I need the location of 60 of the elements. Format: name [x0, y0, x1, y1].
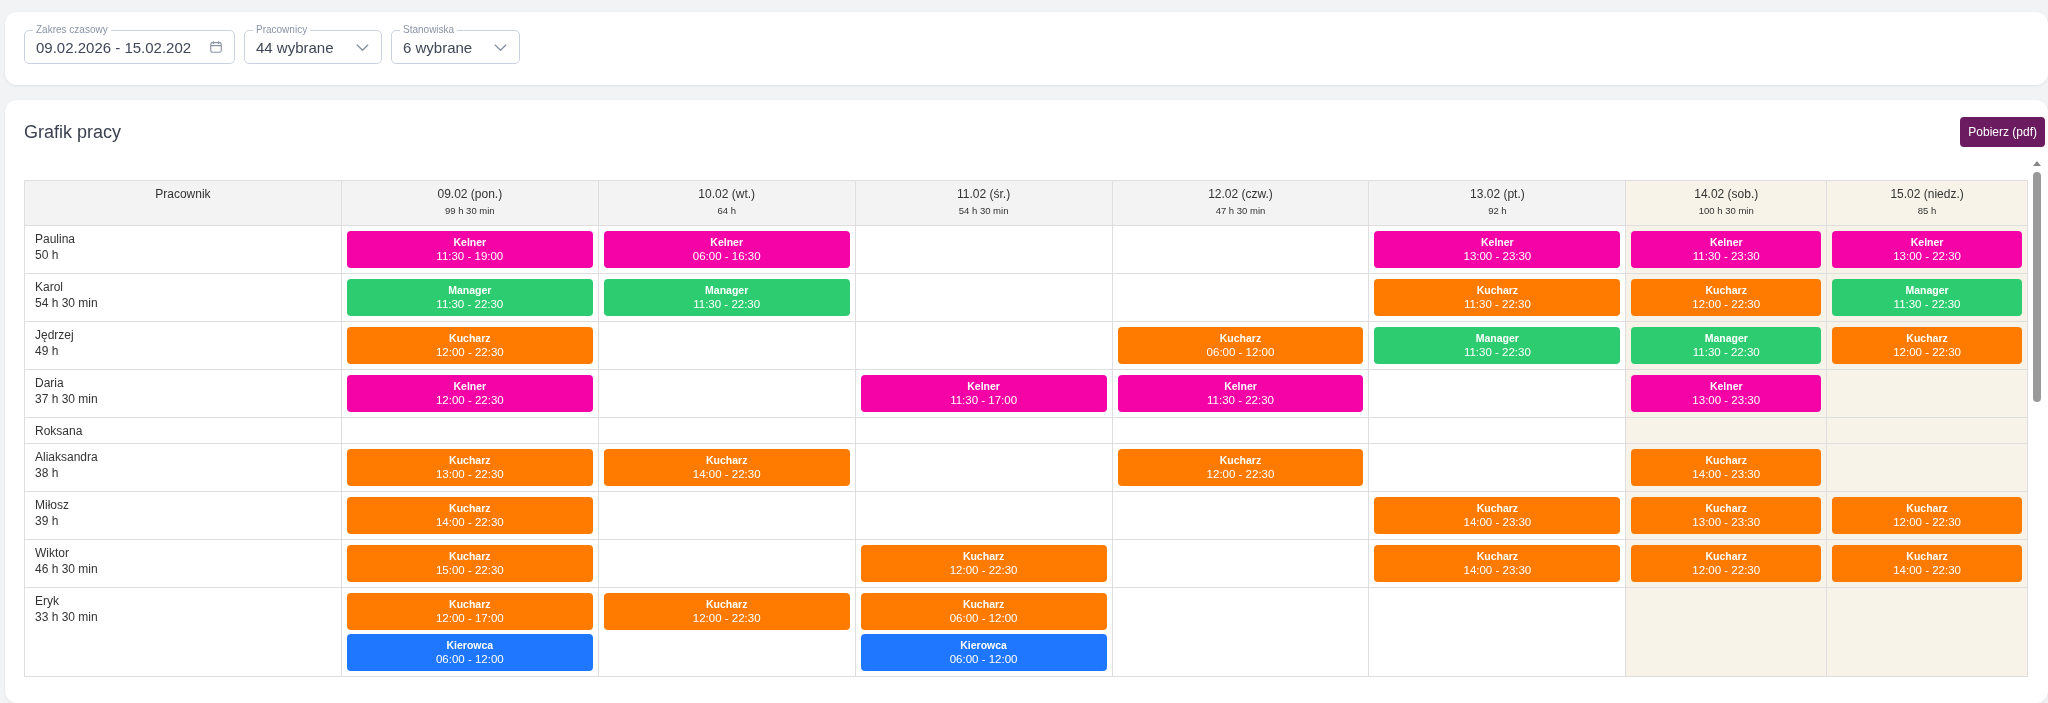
- column-header: 13.02 (pt.) 92 h: [1368, 180, 1626, 226]
- column-header: 14.02 (sob.) 100 h 30 min: [1625, 180, 1827, 226]
- shift-block[interactable]: Kelner 13:00 - 23:30: [1374, 231, 1621, 268]
- column-header: 10.02 (wt.) 64 h: [598, 180, 856, 226]
- download-button[interactable]: Pobierz (pdf): [1960, 117, 2045, 147]
- shift-block[interactable]: Kucharz 12:00 - 17:00: [346, 593, 593, 630]
- shift-block[interactable]: Kelner 11:30 - 19:00: [346, 231, 593, 268]
- shift-block[interactable]: Kucharz 12:00 - 22:30: [346, 327, 593, 364]
- shift-block[interactable]: Kucharz 06:00 - 12:00: [1117, 327, 1364, 364]
- shift-block[interactable]: Kucharz 12:00 - 22:30: [603, 593, 850, 630]
- column-header: 12.02 (czw.) 47 h 30 min: [1112, 180, 1369, 226]
- shift-block[interactable]: Kelner 12:00 - 22:30: [346, 375, 593, 412]
- shift-block[interactable]: Kucharz 14:00 - 23:30: [1374, 497, 1621, 534]
- employee-cell: Eryk 33 h 30 min: [24, 587, 342, 677]
- shift-block[interactable]: Kucharz 12:00 - 22:30: [1631, 545, 1822, 582]
- shift-block[interactable]: Kucharz 14:00 - 23:30: [1631, 449, 1822, 486]
- column-header: 09.02 (pon.) 99 h 30 min: [341, 180, 599, 226]
- shift-block[interactable]: Kucharz 14:00 - 23:30: [1374, 545, 1621, 582]
- calendar-icon: [209, 40, 223, 54]
- employee-cell: Miłosz 39 h: [24, 491, 342, 540]
- employee-cell: Aliaksandra 38 h: [24, 443, 342, 492]
- column-header: 15.02 (niedz.) 85 h: [1826, 180, 2028, 226]
- shift-block[interactable]: Manager 11:30 - 22:30: [1374, 327, 1621, 364]
- shift-block[interactable]: Kucharz 12:00 - 22:30: [1117, 449, 1364, 486]
- shift-block[interactable]: Manager 11:30 - 22:30: [1631, 327, 1822, 364]
- shift-block[interactable]: Kucharz 12:00 - 22:30: [1832, 497, 2022, 534]
- shift-block[interactable]: Kierowca 06:00 - 12:00: [860, 634, 1107, 671]
- shift-block[interactable]: Kelner 13:00 - 22:30: [1832, 231, 2022, 268]
- shift-block[interactable]: Manager 11:30 - 22:30: [346, 279, 593, 316]
- field-label: Pracownicy: [253, 24, 311, 35]
- employee-cell: Daria 37 h 30 min: [24, 369, 342, 418]
- field-label: Stanowiska: [400, 24, 458, 35]
- shift-block[interactable]: Kucharz 14:00 - 22:30: [603, 449, 850, 486]
- shift-block[interactable]: Kucharz 12:00 - 22:30: [860, 545, 1107, 582]
- column-header: 11.02 (śr.) 54 h 30 min: [855, 180, 1113, 226]
- shift-block[interactable]: Kelner 11:30 - 23:30: [1631, 231, 1822, 268]
- shift-block[interactable]: Kelner 11:30 - 22:30: [1117, 375, 1364, 412]
- shift-block[interactable]: Kierowca 06:00 - 12:00: [346, 634, 593, 671]
- employee-cell: Wiktor 46 h 30 min: [24, 539, 342, 588]
- shift-block[interactable]: Kucharz 13:00 - 23:30: [1631, 497, 1822, 534]
- shift-block[interactable]: Kelner 11:30 - 17:00: [860, 375, 1107, 412]
- shift-block[interactable]: Kucharz 11:30 - 22:30: [1374, 279, 1621, 316]
- column-header: Pracownik: [24, 180, 342, 226]
- employee-cell: Jędrzej 49 h: [24, 321, 342, 370]
- shift-block[interactable]: Kucharz 15:00 - 22:30: [346, 545, 593, 582]
- shift-block[interactable]: Kucharz 06:00 - 12:00: [860, 593, 1107, 630]
- field-label: Zakres czasowy: [33, 24, 111, 35]
- shift-block[interactable]: Manager 11:30 - 22:30: [1832, 279, 2022, 316]
- shift-block[interactable]: Kucharz 12:00 - 22:30: [1832, 327, 2022, 364]
- panel-title: Grafik pracy: [24, 121, 122, 143]
- shift-block[interactable]: Manager 11:30 - 22:30: [603, 279, 850, 316]
- shift-block[interactable]: Kelner 13:00 - 23:30: [1631, 375, 1822, 412]
- employee-cell: Paulina 50 h: [24, 225, 342, 274]
- employee-cell: Roksana: [24, 417, 342, 444]
- shift-block[interactable]: Kucharz 14:00 - 22:30: [1832, 545, 2022, 582]
- shift-block[interactable]: Kucharz 12:00 - 22:30: [1631, 279, 1822, 316]
- shift-block[interactable]: Kucharz 13:00 - 22:30: [346, 449, 593, 486]
- employee-cell: Karol 54 h 30 min: [24, 273, 342, 322]
- shift-block[interactable]: Kelner 06:00 - 16:30: [603, 231, 850, 268]
- shift-block[interactable]: Kucharz 14:00 - 22:30: [346, 497, 593, 534]
